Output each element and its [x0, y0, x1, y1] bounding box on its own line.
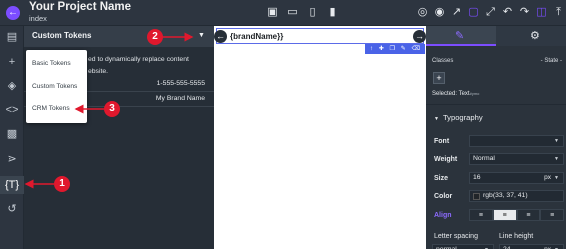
weight-value: Normal	[473, 155, 495, 162]
redo-icon[interactable]: ↷	[518, 5, 531, 19]
move-icon[interactable]: ✚	[379, 44, 384, 54]
color-label: Color	[434, 193, 453, 200]
dropdown-item-crm-tokens[interactable]: CRM Tokens	[32, 105, 70, 112]
align-right-icon[interactable]: ≡	[516, 209, 541, 221]
selected-info: Selected: Text#ymo	[432, 91, 479, 97]
layers-icon[interactable]: ◈	[0, 79, 24, 93]
divider	[426, 104, 566, 105]
panel-description: ed to dynamically replace content ebsite…	[88, 56, 189, 75]
fullscreen-icon[interactable]: ⤢	[484, 5, 497, 19]
editor-toolbar: ◎ ◉ ↗ ▢ ⤢ ↶ ↷ ◫ ⤒	[416, 5, 565, 19]
editor-canvas[interactable]: {brandName}} ↑ ✚ ❐ ✎ ⌫	[214, 26, 426, 249]
dropdown-item-custom-tokens[interactable]: Custom Tokens	[32, 83, 77, 90]
size-input[interactable]: 16 px ▼	[469, 172, 564, 184]
arrow-up-icon[interactable]: ↑	[370, 44, 373, 54]
typography-title: Typography	[442, 113, 483, 122]
edit-icon[interactable]: ✎	[401, 44, 406, 54]
brush-icon: ✎	[455, 30, 465, 42]
color-value: rgb(33, 37, 41)	[483, 192, 528, 199]
weight-label: Weight	[434, 156, 458, 163]
add-icon[interactable]: +	[0, 55, 24, 69]
phone-icon[interactable]: ▮	[326, 5, 339, 19]
style-manager-panel: ✎ ⚙ Classes - State - + Selected: Text#y…	[426, 26, 566, 249]
external-icon[interactable]: ↗	[450, 5, 463, 19]
font-select[interactable]: ▼	[469, 135, 564, 147]
align-left-icon[interactable]: ≡	[469, 209, 493, 221]
panel-title: Custom Tokens	[32, 31, 92, 40]
selected-text-element[interactable]: {brandName}}	[216, 28, 424, 44]
selected-id: #ymo	[469, 91, 480, 96]
font-label: Font	[434, 138, 450, 145]
annotation-badge-3: 3	[104, 101, 120, 117]
color-swatch[interactable]	[473, 193, 480, 200]
align-buttons: ≡ ≡ ≡ ≡	[469, 209, 564, 221]
chat-icon[interactable]: ▩	[0, 127, 24, 141]
dropdown-item-basic-tokens[interactable]: Basic Tokens	[32, 60, 71, 67]
code-icon[interactable]: <>	[0, 103, 24, 117]
device-switcher: ▣ ▭ ▯ ▮	[266, 5, 339, 19]
size-label: Size	[434, 175, 449, 182]
chevron-down-icon: ▼	[554, 245, 559, 249]
brand-name-token: {brandName}}	[230, 32, 284, 41]
weight-select[interactable]: Normal ▼	[469, 153, 564, 165]
size-value: 16	[473, 174, 481, 181]
back-arrow-icon[interactable]: ←	[6, 6, 20, 20]
select-box-icon[interactable]: ▢	[467, 5, 480, 19]
left-icon-bar: ▤ + ◈ <> ▩ ⋗ {T} ↺	[0, 26, 24, 249]
project-title: Your Project Name	[29, 1, 132, 13]
letter-spacing-input[interactable]: normal▼	[432, 244, 494, 249]
chevron-down-icon: ▼	[554, 175, 559, 181]
selected-value: Text	[458, 91, 470, 97]
copy-icon[interactable]: ❐	[390, 44, 395, 54]
eye-icon[interactable]: ◉	[433, 5, 446, 19]
line-height-unit[interactable]: px	[544, 245, 551, 249]
export-icon[interactable]: ⤒	[552, 5, 565, 19]
align-center-icon[interactable]: ≡	[492, 209, 517, 221]
settings-circle-icon[interactable]: ◎	[416, 5, 429, 19]
history-icon[interactable]: ↺	[0, 202, 24, 216]
tokens-panel-header[interactable]: Custom Tokens ▼	[24, 26, 214, 47]
line-height-label: Line height	[499, 233, 534, 240]
token-type-dropdown: Basic Tokens Custom Tokens CRM Tokens	[26, 50, 87, 123]
top-bar: ← Your Project Name index ▣ ▭ ▯ ▮ ◎ ◉ ↗ …	[0, 0, 566, 26]
chevron-down-icon: ▼	[554, 138, 559, 144]
delete-icon[interactable]: ⌫	[412, 44, 420, 54]
tablet-icon[interactable]: ▯	[306, 5, 319, 19]
gear-icon: ⚙	[530, 30, 540, 42]
color-input[interactable]: rgb(33, 37, 41)	[469, 190, 564, 202]
chevron-down-icon: ▼	[484, 245, 489, 249]
laptop-icon[interactable]: ▭	[286, 5, 299, 19]
typography-section-header[interactable]: ▼ Typography	[434, 113, 483, 122]
dropdown-caret-icon[interactable]: ▼	[198, 32, 205, 39]
align-label: Align	[434, 212, 452, 219]
tokens-icon[interactable]: {T}	[0, 176, 24, 194]
desktop-icon[interactable]: ▣	[266, 5, 279, 19]
tab-settings[interactable]: ⚙	[530, 29, 540, 42]
token-value: 1-555-555-5555	[156, 80, 205, 87]
add-class-button[interactable]: +	[433, 72, 445, 84]
line-height-input[interactable]: 24px▼	[499, 244, 564, 249]
state-select[interactable]: - State -	[541, 58, 562, 64]
caret-down-icon: ▼	[434, 116, 439, 122]
annotation-badge-1: 1	[54, 176, 70, 192]
element-toolbar: ↑ ✚ ❐ ✎ ⌫	[365, 44, 425, 54]
align-justify-icon[interactable]: ≡	[540, 209, 564, 221]
project-page-name: index	[29, 14, 47, 23]
tab-style[interactable]: ✎	[426, 26, 496, 46]
page-icon[interactable]: ▤	[0, 30, 24, 44]
collapse-right-icon[interactable]: →	[413, 30, 426, 43]
undo-icon[interactable]: ↶	[501, 5, 514, 19]
size-unit[interactable]: px	[544, 173, 551, 183]
selected-label: Selected:	[432, 91, 458, 97]
right-tabs: ✎ ⚙	[426, 26, 566, 46]
classes-label: Classes	[432, 58, 454, 64]
chevron-down-icon: ▼	[554, 156, 559, 162]
letter-spacing-label: Letter spacing	[434, 233, 478, 240]
share-icon[interactable]: ⋗	[0, 152, 24, 166]
collapse-left-icon[interactable]: ←	[214, 30, 227, 43]
save-icon[interactable]: ◫	[535, 5, 548, 19]
annotation-badge-2: 2	[147, 29, 163, 45]
token-value: My Brand Name	[155, 95, 205, 102]
